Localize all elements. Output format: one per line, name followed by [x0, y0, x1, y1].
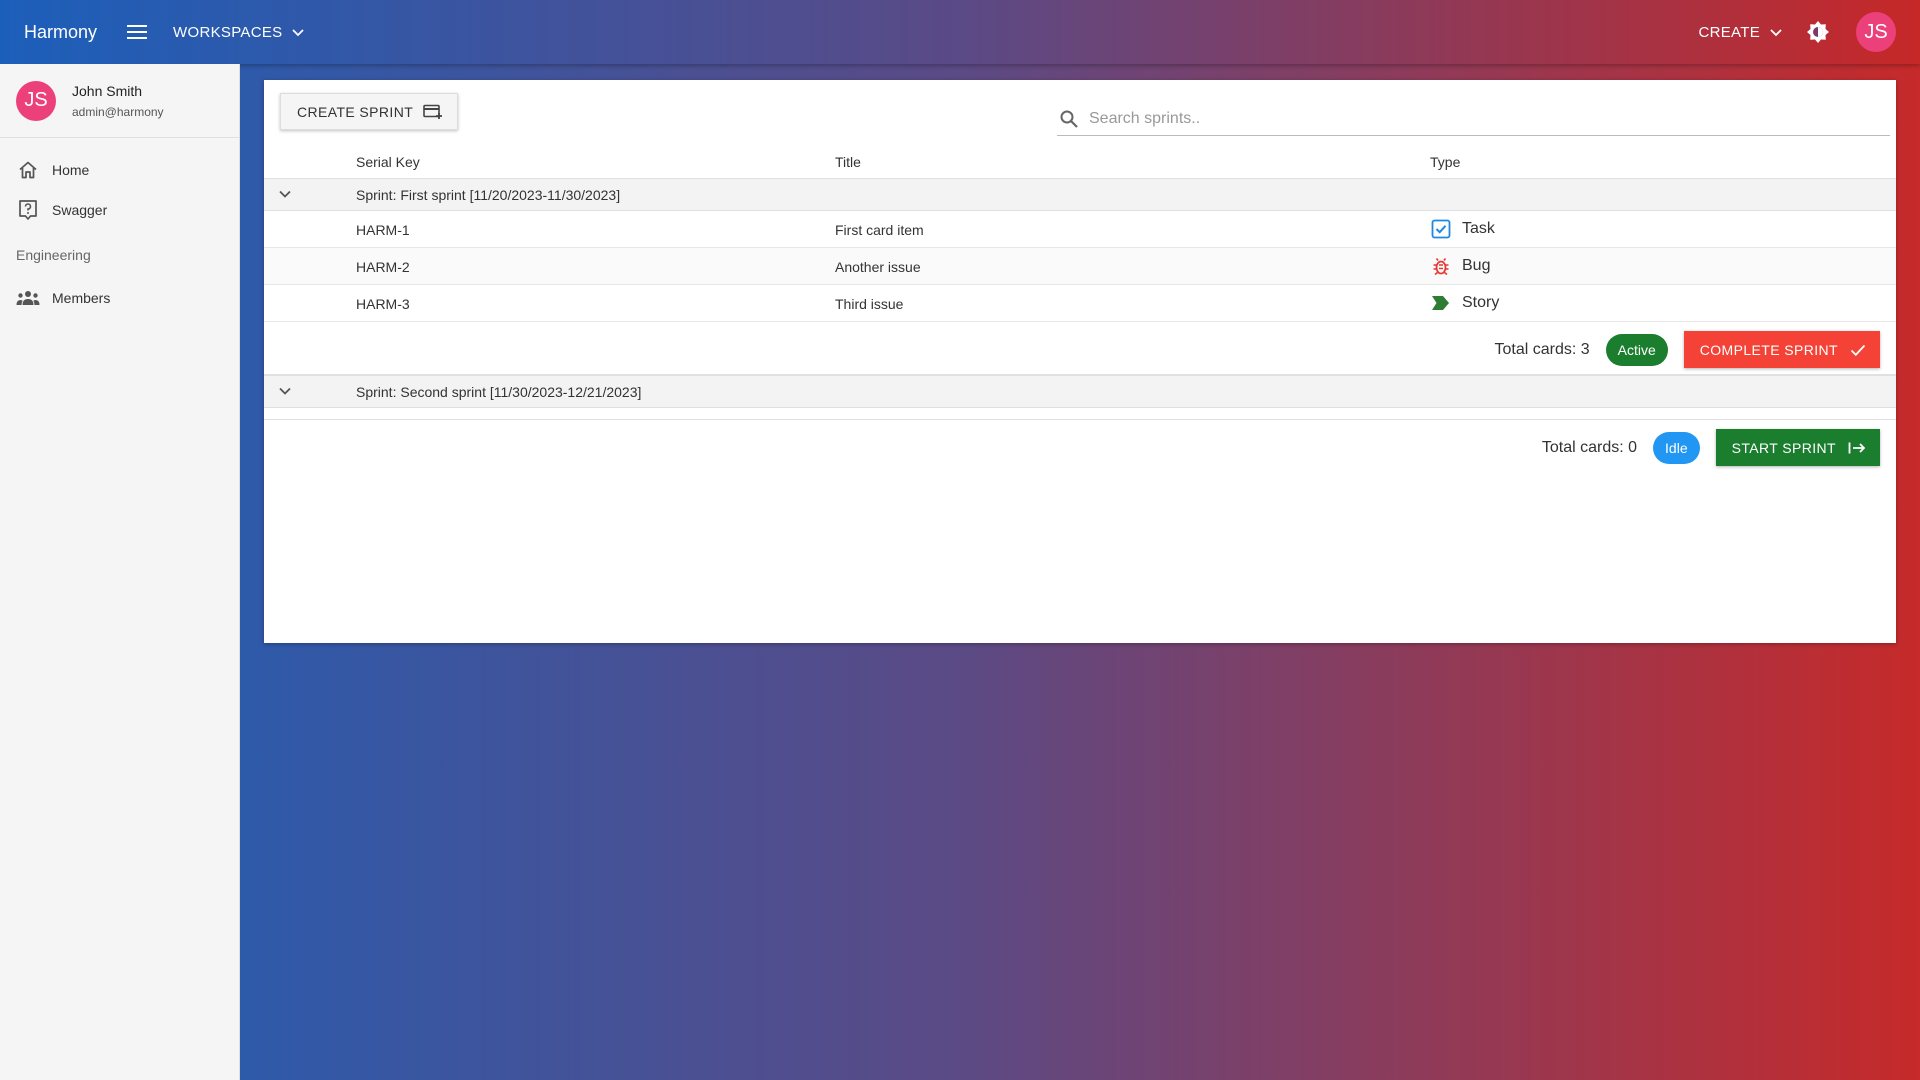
- sprint-group-header[interactable]: Sprint: Second sprint [11/30/2023-12/21/…: [264, 375, 1896, 408]
- empty-sprint-cards: [264, 408, 1896, 420]
- create-dropdown[interactable]: CREATE: [1698, 24, 1782, 41]
- sidebar-item-swagger[interactable]: Swagger: [0, 190, 239, 230]
- home-icon: [16, 158, 40, 182]
- card-type: Bug: [1430, 255, 1490, 277]
- sprint-label: Sprint: First sprint [11/20/2023-11/30/2…: [356, 187, 621, 203]
- app-brand[interactable]: Harmony: [24, 22, 97, 43]
- sidebar-item-members[interactable]: Members: [0, 278, 239, 318]
- create-sprint-label: CREATE SPRINT: [297, 103, 414, 120]
- avatar: JS: [16, 80, 56, 121]
- card-type: Task: [1430, 218, 1495, 240]
- card-type: Story: [1430, 292, 1499, 314]
- workspaces-dropdown[interactable]: WORKSPACES: [173, 23, 305, 41]
- nav-section-engineering: Engineering: [16, 247, 91, 263]
- sidebar-item-label: Swagger: [52, 202, 108, 218]
- profile-name: John Smith: [72, 82, 143, 99]
- sidebar-item-label: Members: [52, 290, 111, 306]
- card-type-label: Bug: [1462, 257, 1491, 274]
- user-avatar[interactable]: JS: [1856, 12, 1896, 52]
- profile-text: John Smith admin@harmony: [72, 83, 164, 119]
- chevron-down-icon[interactable]: [276, 382, 294, 403]
- sprint-footer-actions: Total cards: 0 Idle START SPRINT: [1542, 429, 1880, 466]
- sidebar-item-home[interactable]: Home: [0, 150, 239, 190]
- sidebar: JS John Smith admin@harmony Home Swagger…: [0, 64, 240, 1080]
- column-header-type[interactable]: Type: [1430, 154, 1460, 170]
- table-row[interactable]: HARM-1 First card item Task: [264, 211, 1896, 248]
- card-type-label: Story: [1462, 294, 1500, 311]
- sprint-footer: Total cards: 0 Idle START SPRINT: [264, 420, 1896, 473]
- card-title: First card item: [835, 222, 924, 238]
- theme-toggle-icon[interactable]: [1802, 16, 1834, 48]
- card-key: HARM-1: [356, 222, 410, 238]
- sprint-group-header[interactable]: Sprint: First sprint [11/20/2023-11/30/2…: [264, 178, 1896, 211]
- total-cards: Total cards: 3: [1494, 340, 1590, 358]
- start-sprint-button[interactable]: START SPRINT: [1715, 429, 1880, 466]
- card-type-label: Task: [1462, 220, 1495, 237]
- help-icon: [16, 198, 40, 222]
- start-arrow-icon: [1848, 441, 1866, 455]
- search-icon: [1057, 110, 1081, 128]
- search-bar: [1057, 102, 1890, 136]
- nav-list: Home Swagger Engineering Members: [0, 138, 239, 318]
- menu-icon[interactable]: [123, 18, 151, 46]
- check-icon: [1850, 343, 1866, 357]
- sidebar-item-label: Home: [52, 162, 90, 178]
- table-header: Serial Key Title Type: [264, 144, 1896, 178]
- card-title: Third issue: [835, 296, 904, 312]
- start-sprint-label: START SPRINT: [1731, 439, 1836, 456]
- top-app-bar: Harmony WORKSPACES CREATE JS: [0, 0, 1920, 64]
- chevron-down-icon: [1770, 24, 1782, 41]
- complete-sprint-button[interactable]: COMPLETE SPRINT: [1683, 331, 1880, 368]
- sprints-panel: CREATE SPRINT Serial Key Title Type Spri…: [264, 80, 1896, 643]
- sprint-label: Sprint: Second sprint [11/30/2023-12/21/…: [356, 384, 642, 400]
- sprint-cards: HARM-1 First card item Task HARM-2 Anoth…: [264, 211, 1896, 322]
- card-key: HARM-2: [356, 259, 410, 275]
- table-row[interactable]: HARM-3 Third issue Story: [264, 285, 1896, 322]
- profile-email: admin@harmony: [72, 104, 164, 119]
- create-label: CREATE: [1698, 23, 1760, 41]
- card-title: Another issue: [835, 259, 921, 275]
- top-actions: CREATE JS: [1698, 12, 1920, 52]
- table-row[interactable]: HARM-2 Another issue Bug: [264, 248, 1896, 285]
- chevron-down-icon: [292, 24, 305, 41]
- panel-toolbar: CREATE SPRINT: [264, 80, 1896, 144]
- search-input[interactable]: [1089, 109, 1890, 128]
- story-icon: [1430, 292, 1452, 314]
- chevron-down-icon[interactable]: [276, 185, 294, 206]
- workspaces-label: WORKSPACES: [173, 23, 283, 41]
- column-header-title[interactable]: Title: [835, 154, 861, 170]
- members-icon: [16, 286, 40, 310]
- bug-icon: [1430, 255, 1452, 277]
- column-header-serial-key[interactable]: Serial Key: [356, 154, 420, 170]
- create-sprint-button[interactable]: CREATE SPRINT: [280, 93, 459, 130]
- status-badge: Idle: [1653, 431, 1700, 464]
- status-badge: Active: [1605, 333, 1668, 366]
- task-checkbox-icon: [1430, 218, 1452, 240]
- total-cards: Total cards: 0: [1541, 438, 1638, 456]
- sprint-footer: Total cards: 3 Active COMPLETE SPRINT: [264, 322, 1896, 375]
- complete-sprint-label: COMPLETE SPRINT: [1699, 341, 1838, 358]
- user-profile: JS John Smith admin@harmony: [0, 64, 239, 138]
- sprint-footer-actions: Total cards: 3 Active COMPLETE SPRINT: [1494, 331, 1880, 368]
- card-key: HARM-3: [356, 296, 410, 312]
- add-card-icon: [423, 104, 443, 120]
